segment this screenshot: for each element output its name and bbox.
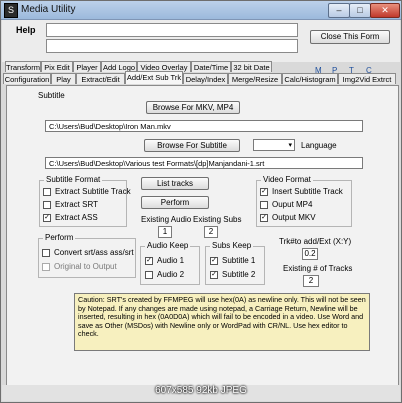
caution-note: Caution: SRT's created by FFMPEG will us… <box>74 293 370 351</box>
maximize-button[interactable]: □ <box>349 3 371 18</box>
language-select[interactable]: ▾ <box>253 139 295 151</box>
output-mkv-checkbox[interactable]: ✓ <box>260 214 268 222</box>
output-mp4-checkbox[interactable] <box>260 201 268 209</box>
browse-mkv-button[interactable]: Browse For MKV, MP4 <box>146 101 240 114</box>
perform-group-label: Perform <box>43 233 76 242</box>
subtitle-format-group: Subtitle Format Extract Subtitle Track E… <box>39 175 131 227</box>
original-to-output-checkbox[interactable] <box>42 263 50 271</box>
audio-keep-group: Audio Keep ✓ Audio 1 Audio 2 <box>140 241 200 285</box>
tab-transform[interactable]: Transform <box>5 61 41 72</box>
top-textbox-1[interactable] <box>46 23 298 37</box>
extract-srt-label: Extract SRT <box>55 200 98 209</box>
subtitle-format-label: Subtitle Format <box>44 175 103 184</box>
tab-32bit-date[interactable]: 32 bit Date <box>231 61 272 72</box>
subtitle-1-label: Subtitle 1 <box>222 256 256 265</box>
minimize-button[interactable]: – <box>328 3 350 18</box>
tab-configuration[interactable]: Configuration <box>3 73 51 84</box>
tab-play[interactable]: Play <box>51 73 76 84</box>
audio-1-checkbox[interactable]: ✓ <box>145 257 153 265</box>
audio-2-label: Audio 2 <box>157 270 185 279</box>
subs-keep-group: Subs Keep ✓ Subtitle 1 ✓ Subtitle 2 <box>205 241 265 285</box>
trk-add-value[interactable]: 0.2 <box>302 248 318 260</box>
app-icon: S <box>4 3 18 18</box>
existing-audio-value[interactable]: 1 <box>158 226 172 238</box>
subtitle-2-checkbox[interactable]: ✓ <box>210 271 218 279</box>
top-textbox-2[interactable] <box>46 39 298 53</box>
subtitle-2-label: Subtitle 2 <box>222 270 256 279</box>
video-format-label: Video Format <box>261 175 313 184</box>
browse-subtitle-button[interactable]: Browse For Subtitle <box>144 139 240 152</box>
audio-2-checkbox[interactable] <box>145 271 153 279</box>
existing-tracks-value[interactable]: 2 <box>303 275 319 287</box>
tab-img2vid-extrct[interactable]: Img2Vid Extrct <box>338 73 396 84</box>
window-title: Media Utility <box>21 4 76 15</box>
subs-keep-label: Subs Keep <box>210 241 254 250</box>
perform-button[interactable]: Perform <box>141 196 209 209</box>
audio-1-label: Audio 1 <box>157 256 185 265</box>
output-mkv-label: Output MKV <box>272 213 316 222</box>
tab-calc-histogram[interactable]: Calc/Histogram <box>282 73 338 84</box>
tab-pix-edit[interactable]: Pix Edit <box>41 61 73 72</box>
top-area: Help Close This Form M P T C <box>2 20 400 75</box>
audio-keep-label: Audio Keep <box>145 241 191 250</box>
tab-delay-index[interactable]: Delay/Index <box>183 73 228 84</box>
extract-srt-checkbox[interactable] <box>43 201 51 209</box>
existing-tracks-label: Existing # of Tracks <box>283 264 353 273</box>
help-menu[interactable]: Help <box>16 25 36 35</box>
insert-subtitle-track-checkbox[interactable]: ✓ <box>260 188 268 196</box>
chevron-down-icon: ▾ <box>288 142 292 149</box>
subtitle-1-checkbox[interactable]: ✓ <box>210 257 218 265</box>
output-mp4-label: Ouput MP4 <box>272 200 313 209</box>
extract-ass-checkbox[interactable]: ✓ <box>43 214 51 222</box>
tab-extract-edit[interactable]: Extract/Edit <box>76 73 125 84</box>
list-tracks-button[interactable]: List tracks <box>141 177 209 190</box>
insert-subtitle-track-label: Insert Subtitle Track <box>272 187 343 196</box>
window-close-button[interactable]: ✕ <box>370 3 400 18</box>
close-form-button[interactable]: Close This Form <box>310 30 390 44</box>
subtitle-path-field[interactable]: C:\Users\Bud\Desktop\Various test Format… <box>45 157 363 169</box>
app-window: S Media Utility – □ ✕ Help Close This Fo… <box>0 0 402 403</box>
convert-srt-ass-checkbox[interactable] <box>42 249 50 257</box>
tab-player[interactable]: Player <box>73 61 101 72</box>
existing-audio-label: Existing Audio <box>141 215 192 224</box>
extract-subtitle-track-label: Extract Subtitle Track <box>55 187 131 196</box>
tab-add-ext-sub-trk[interactable]: Add/Ext Sub Trk <box>125 71 183 84</box>
existing-subs-value[interactable]: 2 <box>204 226 218 238</box>
video-format-group: Video Format ✓ Insert Subtitle Track Oup… <box>256 175 352 227</box>
extract-subtitle-track-checkbox[interactable] <box>43 188 51 196</box>
language-label: Language <box>301 141 337 150</box>
trk-add-label: Trk#to add/Ext (X:Y) <box>279 237 352 246</box>
title-bar: S Media Utility – □ ✕ <box>1 1 401 20</box>
subtitle-section-label: Subtitle <box>38 91 65 100</box>
existing-subs-label: Existing Subs <box>193 215 242 224</box>
tab-merge-resize[interactable]: Merge/Resize <box>228 73 282 84</box>
mkv-path-field[interactable]: C:\Users\Bud\Desktop\Iron Man.mkv <box>45 120 363 132</box>
perform-group: Perform Convert srt/ass ass/srt Original… <box>38 233 136 278</box>
original-to-output-label: Original to Output <box>54 262 117 271</box>
image-footer: 607x585 92kb JPEG <box>155 385 247 396</box>
tab-date-time[interactable]: Date/Time <box>191 61 231 72</box>
extract-ass-label: Extract ASS <box>55 213 98 222</box>
convert-srt-ass-label: Convert srt/ass ass/srt <box>54 248 134 257</box>
